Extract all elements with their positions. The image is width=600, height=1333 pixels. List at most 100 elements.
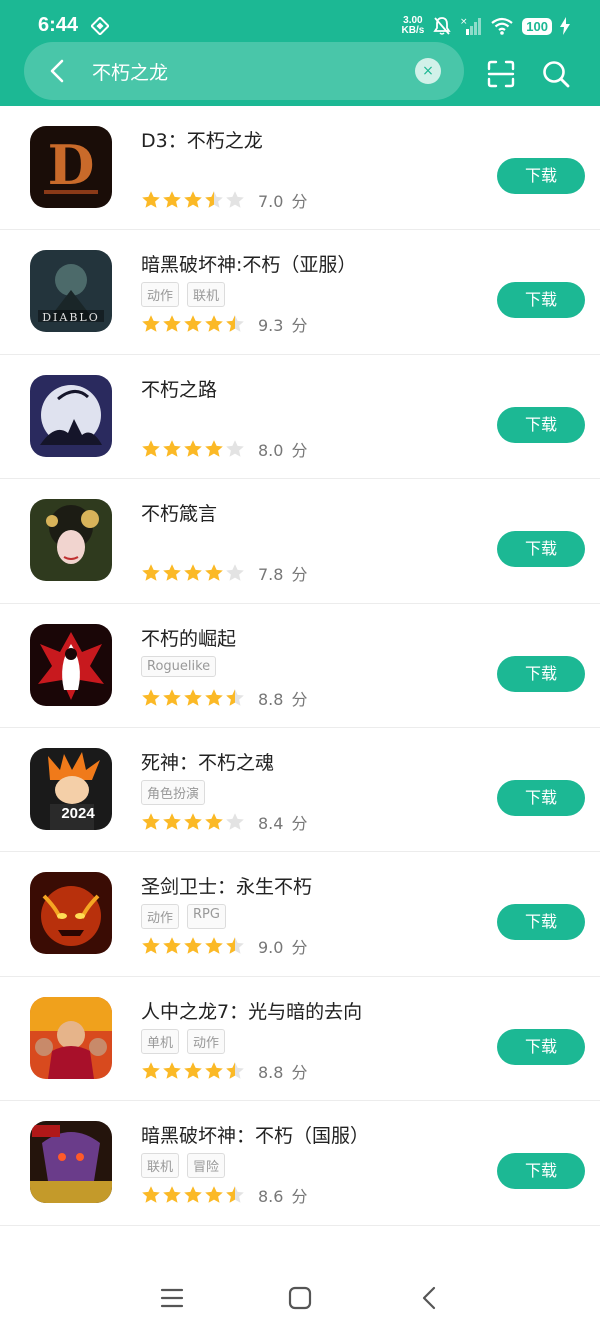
yakuza-crowd-icon[interactable] [30, 996, 112, 1079]
star-rating: 8.4 分 [141, 810, 307, 834]
app-tag: 角色扮演 [141, 779, 206, 805]
star-full-icon [163, 564, 181, 581]
score-value: 8.8 [258, 1062, 284, 1082]
score-value: 8.4 [258, 813, 284, 833]
star-half-icon [226, 937, 244, 955]
app-tags: Roguelike [141, 655, 217, 677]
download-button[interactable]: 下载 [497, 655, 585, 692]
app-row[interactable]: 暗黑破坏神：不朽（国服） 联机 冒险 8.6 分 下载 [0, 1101, 600, 1226]
star-full-icon [142, 191, 160, 208]
status-indicators: 3.00 KB/s × 100 [402, 14, 570, 38]
score-value: 8.6 [258, 1187, 284, 1207]
score-unit: 分 [291, 938, 308, 958]
app-tags: 单机 动作 [141, 1028, 226, 1054]
star-rating: 8.0 分 [141, 437, 307, 461]
star-full-icon [163, 315, 181, 333]
app-title[interactable]: 不朽的崛起 [141, 624, 236, 651]
score-value: 7.0 [258, 192, 284, 211]
star-full-icon [163, 688, 181, 706]
app-tags: 角色扮演 [141, 779, 206, 805]
app-row[interactable]: DIABLO 暗黑破坏神:不朽（亚服） 动作 联机 9.3 分 下载 [0, 230, 600, 355]
download-button[interactable]: 下载 [497, 779, 585, 816]
app-notification-icon [91, 17, 109, 35]
app-tags: 联机 冒险 [141, 1153, 226, 1179]
score-value: 9.3 [258, 316, 284, 336]
app-row[interactable]: D D3：不朽之龙 7.0 分 下载 [0, 106, 600, 231]
d3-logo-icon[interactable]: D [30, 126, 112, 208]
search-input[interactable] [92, 52, 402, 90]
diablo-knight-icon[interactable]: DIABLO [30, 250, 112, 333]
app-title[interactable]: 死神：不朽之魂 [141, 748, 274, 775]
nav-back-icon[interactable] [418, 1286, 442, 1310]
app-title[interactable]: 人中之龙7：光与暗的去向 [141, 997, 362, 1024]
score-unit: 分 [291, 1187, 308, 1207]
app-tag: 动作 [141, 904, 180, 930]
home-icon[interactable] [288, 1286, 312, 1310]
app-row[interactable]: 人中之龙7：光与暗的去向 单机 动作 8.8 分 下载 [0, 977, 600, 1102]
recent-apps-icon[interactable] [160, 1286, 184, 1310]
app-score: 8.4 分 [258, 810, 307, 834]
app-row[interactable]: 不朽箴言 7.8 分 下载 [0, 479, 600, 604]
red-demon-icon[interactable] [30, 623, 112, 706]
score-unit: 分 [291, 440, 308, 460]
app-score: 8.8 分 [258, 1059, 307, 1083]
back-arrow-icon[interactable] [42, 55, 74, 87]
download-button[interactable]: 下载 [497, 282, 585, 319]
app-row[interactable]: 圣剑卫士：永生不朽 动作 RPG 9.0 分 下载 [0, 852, 600, 977]
star-rating: 8.8 分 [141, 686, 307, 710]
app-title[interactable]: 不朽箴言 [141, 499, 217, 526]
star-full-icon [184, 688, 202, 706]
download-button[interactable]: 下载 [497, 1028, 585, 1065]
app-title[interactable]: 不朽之路 [141, 375, 217, 402]
app-title[interactable]: 暗黑破坏神:不朽（亚服） [141, 250, 356, 277]
flower-lady-icon[interactable] [30, 499, 112, 582]
star-rating: 8.8 分 [141, 1059, 307, 1083]
dragon-beast-icon[interactable] [30, 1121, 112, 1204]
star-full-icon [205, 688, 223, 706]
star-full-icon [205, 937, 223, 955]
score-value: 8.8 [258, 689, 284, 709]
search-icon[interactable] [542, 60, 570, 88]
star-full-icon [142, 1061, 160, 1079]
star-full-icon [163, 191, 181, 208]
anime-hero-icon[interactable]: 2024 [30, 747, 112, 830]
status-time: 6:44 [38, 14, 79, 36]
download-button[interactable]: 下载 [497, 1153, 585, 1190]
star-half-icon [226, 1186, 244, 1203]
download-button[interactable]: 下载 [497, 531, 585, 568]
star-empty-icon [226, 564, 244, 581]
star-full-icon [184, 191, 202, 208]
app-tags: 动作 RPG [141, 904, 226, 930]
star-half-icon [226, 688, 244, 706]
star-full-icon [184, 813, 202, 830]
star-full-icon [205, 813, 223, 830]
moon-silhouette-icon[interactable] [30, 374, 112, 457]
search-bar: × [24, 42, 464, 100]
app-title[interactable]: 圣剑卫士：永生不朽 [141, 872, 312, 899]
star-half-icon [226, 315, 244, 333]
app-tag: 冒险 [187, 1153, 226, 1179]
app-row[interactable]: 不朽之路 8.0 分 下载 [0, 355, 600, 480]
system-nav-bar [0, 1262, 600, 1333]
download-button[interactable]: 下载 [497, 406, 585, 443]
charging-icon [560, 17, 570, 35]
app-score: 9.0 分 [258, 934, 307, 958]
star-full-icon [142, 315, 160, 333]
scan-icon[interactable] [487, 60, 515, 88]
star-full-icon [205, 564, 223, 581]
app-tag: 联机 [187, 282, 226, 308]
app-row[interactable]: 不朽的崛起 Roguelike 8.8 分 下载 [0, 604, 600, 728]
app-title[interactable]: D3：不朽之龙 [141, 126, 263, 153]
score-unit: 分 [291, 565, 308, 585]
star-full-icon [184, 1061, 202, 1079]
app-tags: 动作 联机 [141, 282, 226, 308]
star-full-icon [205, 439, 223, 457]
clear-search-button[interactable]: × [415, 58, 441, 84]
app-score: 8.6 分 [258, 1183, 307, 1207]
download-button[interactable]: 下载 [497, 158, 585, 194]
fire-demon-icon[interactable] [30, 872, 112, 955]
app-row[interactable]: 2024 死神：不朽之魂 角色扮演 8.4 分 下载 [0, 728, 600, 853]
app-title[interactable]: 暗黑破坏神：不朽（国服） [141, 1121, 369, 1148]
download-button[interactable]: 下载 [497, 904, 585, 941]
star-full-icon [205, 1186, 223, 1203]
